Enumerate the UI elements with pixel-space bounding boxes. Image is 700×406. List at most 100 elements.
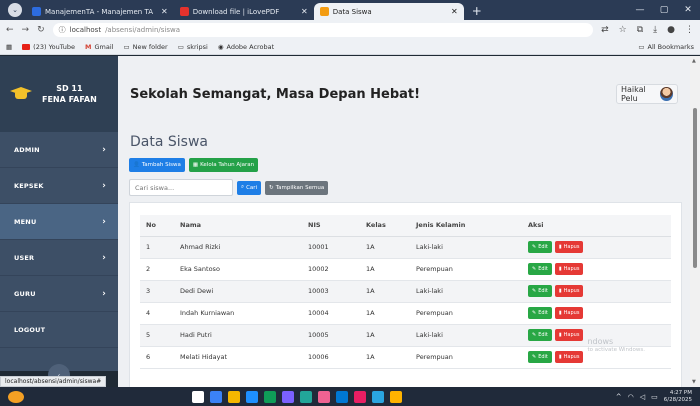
- browser-menu-icon[interactable]: ⌄: [8, 3, 22, 17]
- delete-button[interactable]: ▮ Hapus: [554, 351, 584, 363]
- browser-tab-active[interactable]: Data Siswa ✕: [313, 3, 464, 20]
- taskbar-app-icon[interactable]: [318, 390, 330, 403]
- delete-button[interactable]: ▮ Hapus: [554, 241, 584, 253]
- taskbar-app-icon[interactable]: [210, 390, 222, 403]
- sidebar-item-logout[interactable]: LOGOUT: [0, 312, 118, 348]
- page-scrollbar[interactable]: ▲ ▼: [690, 56, 700, 387]
- delete-button[interactable]: ▮ Hapus: [554, 263, 584, 275]
- translate-icon[interactable]: ⇄: [601, 25, 609, 35]
- delete-button[interactable]: ▮ Hapus: [554, 307, 584, 319]
- button-label: Cari: [246, 184, 258, 191]
- scroll-down-icon[interactable]: ▼: [692, 379, 696, 385]
- taskbar-app-icon[interactable]: [246, 390, 258, 403]
- taskbar-app-icon[interactable]: [264, 390, 276, 403]
- button-label: Hapus: [563, 244, 580, 250]
- extensions-icon[interactable]: ⧉: [637, 25, 643, 35]
- user-name: Haikal Pelu: [621, 85, 646, 103]
- battery-icon[interactable]: ▭: [651, 393, 658, 401]
- delete-button[interactable]: ▮ Hapus: [554, 285, 584, 297]
- taskbar-app-icon[interactable]: [300, 390, 312, 403]
- delete-button[interactable]: ▮ Hapus: [554, 329, 584, 341]
- site-info-icon[interactable]: ⓘ: [59, 25, 66, 35]
- bookmark-new-folder[interactable]: ▭ New folder: [123, 43, 167, 51]
- user-menu[interactable]: Haikal Pelu: [616, 84, 678, 104]
- taskbar-app-icon[interactable]: [228, 390, 240, 403]
- url-field[interactable]: ⓘ localhost/absensi/admin/siswa: [52, 23, 594, 37]
- browser-tab[interactable]: ManajemenTA - Manajemen TA ✕: [26, 3, 174, 20]
- show-all-button[interactable]: ↻ Tampilkan Semua: [265, 180, 329, 195]
- back-icon[interactable]: ←: [6, 25, 14, 35]
- all-bookmarks-label: All Bookmarks: [647, 43, 694, 51]
- sidebar-item-user[interactable]: USER ›: [0, 240, 118, 276]
- table-cell: Indah Kurniawan: [174, 302, 302, 325]
- edit-button[interactable]: ✎ Edit: [528, 285, 552, 297]
- close-icon[interactable]: ✕: [447, 7, 458, 16]
- taskbar-app-icon[interactable]: [372, 390, 384, 403]
- bookmark-gmail[interactable]: M Gmail: [85, 43, 113, 51]
- tab-label: Download file | iLovePDF: [192, 7, 280, 16]
- reload-icon[interactable]: ↻: [37, 25, 45, 35]
- edit-button[interactable]: ✎ Edit: [528, 329, 552, 341]
- close-icon[interactable]: ✕: [157, 7, 168, 16]
- chevron-right-icon: ›: [102, 288, 106, 299]
- trash-icon: ▮: [558, 354, 562, 360]
- all-bookmarks[interactable]: ▭ All Bookmarks: [638, 43, 694, 51]
- speaker-icon[interactable]: ◁: [640, 393, 645, 401]
- search-input[interactable]: [129, 179, 233, 196]
- sidebar-item-guru[interactable]: GURU ›: [0, 276, 118, 312]
- column-header: Nama: [174, 215, 302, 237]
- bookmark-adobe[interactable]: ◉ Adobe Acrobat: [218, 43, 274, 51]
- edit-button[interactable]: ✎ Edit: [528, 351, 552, 363]
- url-host: localhost: [69, 26, 102, 34]
- wifi-icon[interactable]: ◠: [628, 393, 634, 401]
- edit-icon: ✎: [532, 310, 537, 316]
- add-student-button[interactable]: 👤 Tambah Siswa: [129, 158, 185, 172]
- download-icon[interactable]: ⤓: [653, 25, 657, 35]
- sidebar-item-menu[interactable]: MENU ›: [0, 204, 118, 240]
- chevron-up-icon[interactable]: ^: [616, 393, 622, 401]
- forward-icon[interactable]: →: [22, 25, 30, 35]
- minimize-button[interactable]: —: [628, 5, 652, 15]
- table-row: 3 Dedi Dewi 10003 1A Laki-laki ✎ Edit ▮ Hapus: [140, 280, 671, 303]
- tab-favicon-icon: [32, 7, 41, 16]
- taskbar-app-icon[interactable]: [336, 390, 348, 403]
- table-cell: Eka Santoso: [174, 258, 302, 281]
- edit-button[interactable]: ✎ Edit: [528, 307, 552, 319]
- main-content: Sekolah Semangat, Masa Depan Hebat! Haik…: [118, 56, 690, 387]
- sidebar-item-admin[interactable]: ADMIN ›: [0, 132, 118, 168]
- taskbar-app-icon[interactable]: [192, 390, 204, 403]
- url-path: /absensi/admin/siswa: [105, 26, 181, 34]
- bookmark-skripsi[interactable]: ▭ skripsi: [178, 43, 208, 51]
- close-window-button[interactable]: ✕: [676, 5, 700, 15]
- star-icon[interactable]: ☆: [619, 25, 627, 35]
- profile-icon[interactable]: ●: [667, 25, 675, 35]
- search-button[interactable]: ⌕ Cari: [237, 180, 262, 195]
- more-icon[interactable]: ⋮: [685, 25, 694, 35]
- taskbar-app-icon[interactable]: [354, 390, 366, 403]
- browser-tab[interactable]: Download file | iLovePDF ✕: [174, 3, 314, 20]
- bookmark-label: Gmail: [94, 43, 114, 51]
- refresh-icon: ↻: [269, 184, 274, 191]
- sidebar-item-kepsek[interactable]: KEPSEK ›: [0, 168, 118, 204]
- taskbar-app-icon[interactable]: [390, 390, 402, 403]
- manage-year-button[interactable]: ▦ Kelola Tahun Ajaran: [188, 158, 259, 172]
- apps-icon[interactable]: ▦: [6, 43, 12, 51]
- scrollbar-thumb[interactable]: [693, 108, 697, 268]
- maximize-button[interactable]: ▢: [652, 5, 676, 15]
- new-tab-button[interactable]: +: [464, 4, 490, 20]
- taskbar-app-icon[interactable]: [282, 390, 294, 403]
- edit-button[interactable]: ✎ Edit: [528, 263, 552, 275]
- scroll-up-icon[interactable]: ▲: [692, 58, 696, 64]
- table-row: 1 Ahmad Rizki 10001 1A Laki-laki ✎ Edit ▮ Hapus: [140, 236, 671, 259]
- action-buttons: 👤 Tambah Siswa ▦ Kelola Tahun Ajaran: [118, 150, 690, 172]
- edit-icon: ✎: [532, 354, 537, 360]
- bookmark-youtube[interactable]: (23) YouTube: [22, 43, 75, 51]
- clock[interactable]: 4:27 PM 6/28/2025: [664, 390, 692, 403]
- edit-button[interactable]: ✎ Edit: [528, 241, 552, 253]
- sidebar-item-label: USER: [14, 253, 35, 262]
- row-actions: ✎ Edit ▮ Hapus: [528, 241, 665, 253]
- weather-icon[interactable]: [8, 390, 24, 403]
- table-cell: 1A: [360, 324, 410, 347]
- table-cell: Laki-laki: [410, 236, 522, 259]
- close-icon[interactable]: ✕: [297, 7, 308, 16]
